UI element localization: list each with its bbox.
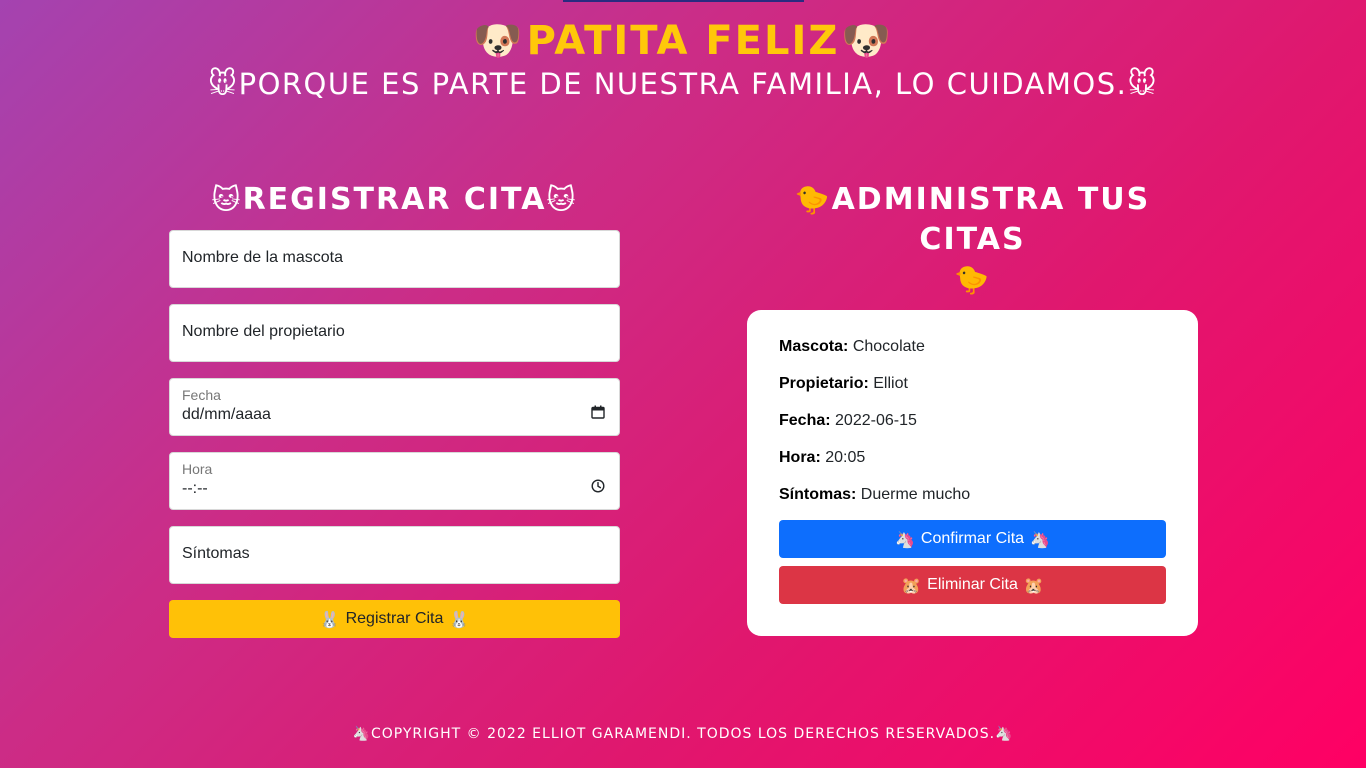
site-title-text: PATITA FELIZ xyxy=(526,18,840,64)
chick-icon: 🐤 xyxy=(954,263,991,296)
register-section: 🐱REGISTRAR CITA🐱 Nombre de la mascota No… xyxy=(169,180,620,638)
hamster-icon: 🐹 xyxy=(901,575,922,595)
mouse-icon: 🐭 xyxy=(207,67,239,100)
symptoms-row: Síntomas: Duerme mucho xyxy=(779,484,1166,505)
pet-value: Chocolate xyxy=(852,338,925,355)
delete-button-label: Eliminar Cita xyxy=(927,576,1018,593)
owner-name-input[interactable]: Nombre del propietario xyxy=(169,304,620,362)
footer-text: COPYRIGHT © 2022 ELLIOT GARAMENDI. TODOS… xyxy=(370,726,996,742)
page-header: 🐶 PATITA FELIZ 🐶 🐭 PORQUE ES PARTE DE NU… xyxy=(0,14,1366,104)
mouse-icon: 🐭 xyxy=(1127,67,1159,100)
date-label: Fecha: xyxy=(779,412,831,429)
pet-name-placeholder: Nombre de la mascota xyxy=(182,249,343,266)
chick-icon: 🐤 xyxy=(794,183,832,216)
rabbit-icon: 🐰 xyxy=(319,609,340,629)
time-label: Hora xyxy=(182,461,213,477)
unicorn-icon: 🦄 xyxy=(995,726,1014,742)
date-value: 2022-06-15 xyxy=(835,412,917,429)
owner-label: Propietario: xyxy=(779,375,869,392)
dog-icon: 🐶 xyxy=(472,18,525,64)
register-button-label: Registrar Cita xyxy=(345,610,444,627)
owner-value: Elliot xyxy=(873,375,908,392)
symptoms-label: Síntomas: xyxy=(779,486,857,503)
manage-title: 🐤ADMINISTRA TUS CITAS 🐤 xyxy=(747,180,1198,300)
manage-title-text: ADMINISTRA TUS CITAS xyxy=(831,182,1151,257)
site-title: 🐶 PATITA FELIZ 🐶 xyxy=(473,14,893,68)
register-title-text: REGISTRAR CITA xyxy=(242,182,547,217)
pet-name-input[interactable]: Nombre de la mascota xyxy=(169,230,620,288)
footer: 🦄COPYRIGHT © 2022 ELLIOT GARAMENDI. TODO… xyxy=(0,726,1366,742)
manage-section: 🐤ADMINISTRA TUS CITAS 🐤 Mascota: Chocolat… xyxy=(747,180,1198,636)
register-button[interactable]: 🐰 Registrar Cita 🐰 xyxy=(169,600,620,638)
tagline-text: PORQUE ES PARTE DE NUESTRA FAMILIA, LO C… xyxy=(238,67,1128,101)
pet-row: Mascota: Chocolate xyxy=(779,336,1166,357)
appointment-card: Mascota: Chocolate Propietario: Elliot F… xyxy=(747,310,1198,636)
confirm-button[interactable]: 🦄 Confirmar Cita 🦄 xyxy=(779,520,1166,558)
time-row: Hora: 20:05 xyxy=(779,447,1166,468)
time-input[interactable]: Hora --:-- xyxy=(169,452,620,510)
unicorn-icon: 🦄 xyxy=(352,726,371,742)
cat-icon: 🐱 xyxy=(211,183,243,216)
time-value: 20:05 xyxy=(825,449,866,466)
unicorn-icon: 🦄 xyxy=(1030,529,1050,549)
delete-button[interactable]: 🐹 Eliminar Cita 🐹 xyxy=(779,566,1166,604)
date-input[interactable]: Fecha dd/mm/aaaa xyxy=(169,378,620,436)
confirm-button-label: Confirmar Cita xyxy=(920,530,1025,547)
hamster-icon: 🐹 xyxy=(1023,575,1044,595)
date-row: Fecha: 2022-06-15 xyxy=(779,410,1166,431)
rabbit-icon: 🐰 xyxy=(449,609,470,629)
symptoms-value: Duerme mucho xyxy=(860,486,971,503)
tagline: 🐭 PORQUE ES PARTE DE NUESTRA FAMILIA, LO… xyxy=(208,64,1158,104)
cat-icon: 🐱 xyxy=(546,183,578,216)
owner-name-placeholder: Nombre del propietario xyxy=(182,323,345,340)
owner-row: Propietario: Elliot xyxy=(779,373,1166,394)
date-label: Fecha xyxy=(182,387,221,403)
symptoms-input[interactable]: Síntomas xyxy=(169,526,620,584)
date-value: dd/mm/aaaa xyxy=(182,406,271,423)
calendar-icon[interactable] xyxy=(591,405,605,419)
symptoms-placeholder: Síntomas xyxy=(182,545,250,562)
register-title: 🐱REGISTRAR CITA🐱 xyxy=(169,180,620,220)
top-bar xyxy=(563,0,804,2)
time-value: --:-- xyxy=(182,480,208,497)
pet-label: Mascota: xyxy=(779,338,849,355)
unicorn-icon: 🦄 xyxy=(895,529,915,549)
time-label: Hora: xyxy=(779,449,821,466)
clock-icon[interactable] xyxy=(591,479,605,493)
dog-icon: 🐶 xyxy=(841,18,894,64)
